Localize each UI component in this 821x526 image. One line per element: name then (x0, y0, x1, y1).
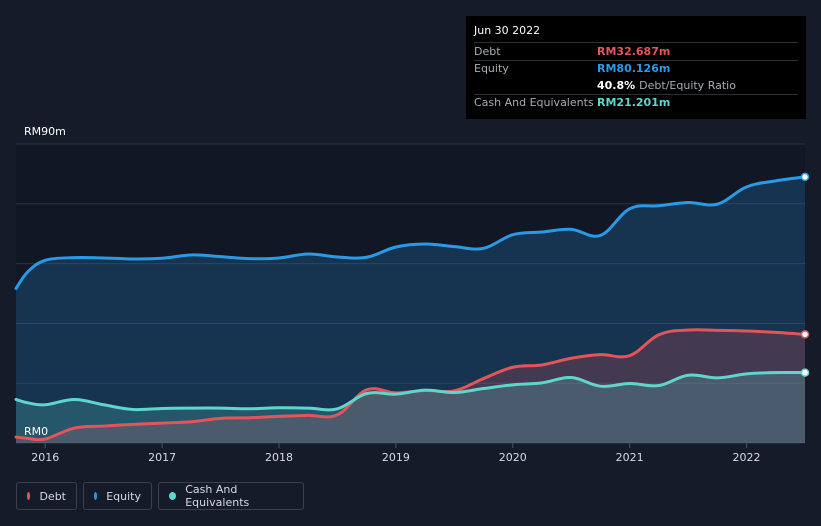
legend-debt-dot (27, 492, 31, 500)
tooltip-value: 40.8% (597, 78, 636, 92)
tooltip-value: RM32.687m (597, 44, 671, 58)
tooltip-label: Cash And Equivalents (474, 96, 594, 110)
x-tick-label: 2020 (499, 451, 527, 464)
legend-equity-dot (94, 492, 98, 500)
x-tick-label: 2022 (733, 451, 761, 464)
tooltip-label: Equity (474, 62, 509, 76)
legend-debt[interactable]: Debt (16, 482, 77, 510)
legend-cash-dot (169, 492, 177, 500)
tooltip-label: Debt (474, 44, 501, 58)
series-end-marker-debt (800, 330, 810, 339)
legend-equity-label: Equity (106, 489, 141, 503)
tooltip-ratio-caption: Debt/Equity Ratio (639, 78, 736, 92)
x-tick-label: 2018 (265, 451, 293, 464)
x-tick-label: 2021 (616, 451, 644, 464)
x-tick-label: 2019 (382, 451, 410, 464)
x-axis-ticks: 2016 2017 2018 2019 2020 2021 2022 (31, 443, 761, 464)
tooltip-row-cash: Cash And Equivalents RM21.201m (474, 93, 798, 112)
tooltip-row-ratio: 40.8% Debt/Equity Ratio (474, 77, 798, 94)
legend-debt-label: Debt (39, 489, 66, 503)
tooltip-value: RM21.201m (597, 96, 671, 110)
y-axis-min-label: RM0 (24, 425, 49, 438)
y-axis-max-label: RM90m (24, 125, 66, 138)
tooltip-row-equity: Equity RM80.126m (474, 59, 798, 78)
tooltip-row-debt: Debt RM32.687m (474, 42, 798, 60)
tooltip-value: RM80.126m (597, 62, 671, 76)
tooltip-date: Jun 30 2022 (474, 24, 541, 37)
x-tick-label: 2017 (148, 451, 176, 464)
series-end-marker-equity (800, 172, 810, 182)
legend-cash-label: Cash And Equivalents (185, 483, 250, 509)
series-end-marker-cash-and-equivalents (800, 368, 810, 377)
legend-cash[interactable]: Cash And Equivalents (158, 482, 304, 510)
legend-equity[interactable]: Equity (83, 482, 152, 510)
hover-tooltip: Jun 30 2022 Debt RM32.687m Equity RM80.1… (466, 16, 806, 119)
x-tick-label: 2016 (31, 451, 59, 464)
